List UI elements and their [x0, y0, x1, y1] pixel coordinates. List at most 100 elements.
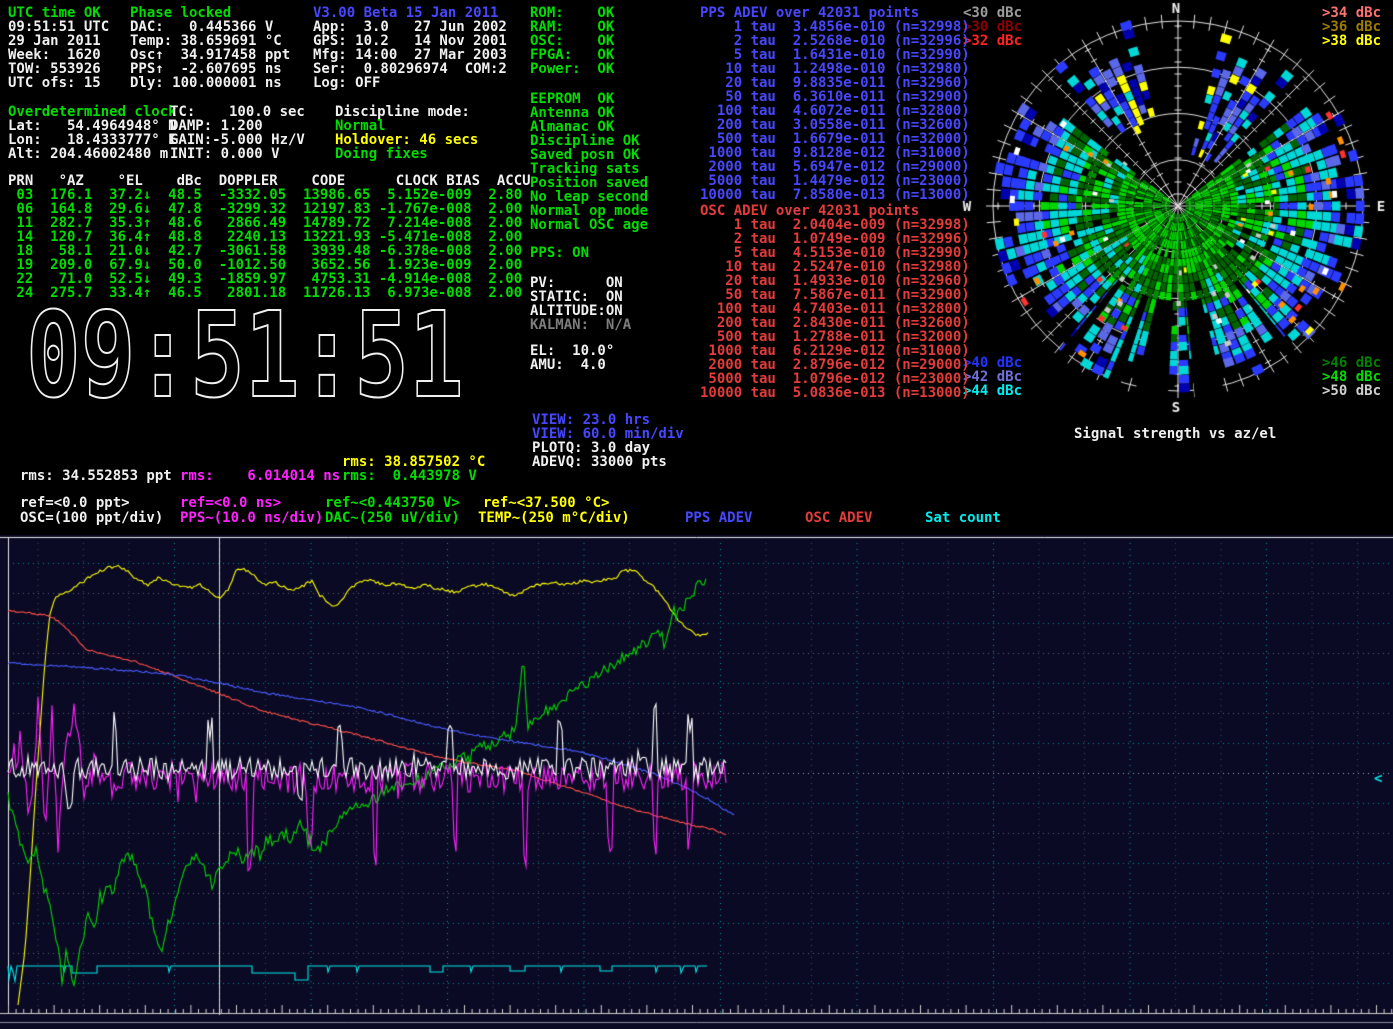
ref-temp: ref~<37.500 °C>: [483, 496, 609, 510]
utc-status: UTC time OK09:51:51 UTC29 Jan 2011Week: …: [8, 6, 109, 90]
rms-pps: rms: 6.014014 ns: [180, 469, 340, 483]
osc-adev-table-line-0: OSC ADEV over 42031 points: [700, 204, 970, 218]
pps-adev-table-line-3: 5 tau 1.6431e-010 (n=32990): [700, 48, 970, 62]
sat-table-line-6: 19 209.0 67.9↓ 50.0 -1012.50 3652.56 1.9…: [8, 258, 531, 272]
receiver-health-line-4: Power: OK: [530, 62, 614, 76]
loop-params-line-0: TC: 100.0 sec: [170, 105, 305, 119]
label-pps-adev: PPS ADEV: [685, 511, 752, 525]
fix-modes-line-1: STATIC: ON: [530, 290, 631, 304]
discipline-mode-line-0: Discipline mode:: [335, 105, 478, 119]
legend-bottom-right-line-2: >50 dBc: [1322, 384, 1381, 398]
rms-pps-line-0: rms: 6.014014 ns: [180, 469, 340, 483]
legend-top-right: >34 dBc>36 dBc>38 dBc: [1322, 6, 1381, 48]
scale-temp: TEMP~(250 m°C/div): [478, 511, 630, 525]
utc-status-line-3: Week: 1620: [8, 48, 109, 62]
position: Overdetermined clockLat: 54.4964948° NLo…: [8, 105, 177, 161]
pps-adev-table-line-8: 200 tau 3.0558e-011 (n=32600): [700, 118, 970, 132]
receiver-status-line-4: Saved posn OK: [530, 148, 648, 162]
scale-dac: DAC~(250 uV/div): [325, 511, 460, 525]
big-digital-clock: 09:51:51: [26, 296, 464, 414]
osc-adev-table-line-4: 10 tau 2.5247e-010 (n=32980): [700, 260, 970, 274]
loop-params-line-2: GAIN:-5.000 Hz/V: [170, 133, 305, 147]
legend-bottom-left-line-1: >42 dBc: [963, 370, 1022, 384]
phase-status-line-1: DAC: 0.445366 V: [130, 20, 290, 34]
osc-adev-table-line-2: 2 tau 1.0749e-009 (n=32996): [700, 232, 970, 246]
pps-adev-table-line-6: 50 tau 6.3610e-011 (n=32900): [700, 90, 970, 104]
sat-table-line-8: 24 275.7 33.4↑ 46.5 2801.18 11726.13 6.9…: [8, 286, 531, 300]
ref-dac-line-0: ref~<0.443750 V>: [325, 496, 460, 510]
el-amu-line-1: AMU: 4.0: [530, 358, 614, 372]
osc-adev-table-line-5: 20 tau 1.4933e-010 (n=32960): [700, 274, 970, 288]
pps-adev-table-line-7: 100 tau 4.6072e-011 (n=32800): [700, 104, 970, 118]
legend-top-right-line-2: >38 dBc: [1322, 34, 1381, 48]
receiver-status-line-1: Antenna OK: [530, 106, 648, 120]
pps-flag: PPS: ON: [530, 246, 589, 260]
sat-table-line-7: 22 71.0 52.5↓ 49.3 -1859.97 4753.31 -4.9…: [8, 272, 531, 286]
sat-table: PRN °AZ °EL dBc DOPPLER CODE CLOCK BIAS …: [8, 174, 531, 300]
loop-params-line-3: INIT: 0.000 V: [170, 147, 305, 161]
pps-adev-table-line-2: 2 tau 2.5268e-010 (n=32996): [700, 34, 970, 48]
ref-dac: ref~<0.443750 V>: [325, 496, 460, 510]
scale-temp-line-0: TEMP~(250 m°C/div): [478, 511, 630, 525]
position-line-1: Lat: 54.4964948° N: [8, 119, 177, 133]
receiver-health-line-1: RAM: OK: [530, 20, 614, 34]
pps-flag-line-0: PPS: ON: [530, 246, 589, 260]
utc-status-line-2: 29 Jan 2011: [8, 34, 109, 48]
discipline-mode: Discipline mode:NormalHoldover: 46 secsD…: [335, 105, 478, 161]
label-sat-count: Sat count: [925, 511, 1001, 525]
utc-status-line-1: 09:51:51 UTC: [8, 20, 109, 34]
version-info-line-3: Mfg: 14:00 27 Mar 2003: [313, 48, 507, 62]
legend-bottom-left-line-2: >44 dBc: [963, 384, 1022, 398]
version-info-line-1: App: 3.0 27 Jun 2002: [313, 20, 507, 34]
view-info-line-1: VIEW: 60.0 min/div: [532, 427, 684, 441]
position-line-0: Overdetermined clock: [8, 105, 177, 119]
receiver-status-line-8: Normal op mode: [530, 204, 648, 218]
receiver-status-line-3: Discipline OK: [530, 134, 648, 148]
ref-pps: ref=<0.0 ns>: [180, 496, 281, 510]
sat-table-line-0: PRN °AZ °EL dBc DOPPLER CODE CLOCK BIAS …: [8, 174, 531, 188]
pps-adev-table-line-12: 5000 tau 1.4479e-012 (n=23000): [700, 174, 970, 188]
receiver-status-line-5: Tracking sats: [530, 162, 648, 176]
discipline-mode-line-2: Holdover: 46 secs: [335, 133, 478, 147]
receiver-status-line-0: EEPROM OK: [530, 92, 648, 106]
sat-table-line-1: 03 176.1 37.2↓ 48.5 -3332.05 13986.65 5.…: [8, 188, 531, 202]
rms-dac-line-0: rms: 0.443978 V: [342, 469, 477, 483]
fix-modes-line-3: KALMAN: N/A: [530, 318, 631, 332]
receiver-status-line-9: Normal OSC age: [530, 218, 648, 232]
pps-adev-table: PPS ADEV over 42031 points 1 tau 3.4856e…: [700, 6, 970, 202]
view-info-line-3: ADEVQ: 33000 pts: [532, 455, 684, 469]
pps-adev-table-line-1: 1 tau 3.4856e-010 (n=32998): [700, 20, 970, 34]
osc-adev-table-line-13: 10000 tau 5.0836e-013 (n=13000): [700, 386, 970, 400]
scale-pps: PPS~(10.0 ns/div): [180, 511, 323, 525]
osc-adev-table: OSC ADEV over 42031 points 1 tau 2.0404e…: [700, 204, 970, 400]
label-osc-adev-line-0: OSC ADEV: [805, 511, 872, 525]
phase-status-line-3: Osc↑ 34.917458 ppt: [130, 48, 290, 62]
radar-caption: Signal strength vs az/el: [1074, 427, 1276, 441]
utc-status-line-4: TOW: 553926: [8, 62, 109, 76]
discipline-mode-line-1: Normal: [335, 119, 478, 133]
scale-dac-line-0: DAC~(250 uV/div): [325, 511, 460, 525]
label-osc-adev: OSC ADEV: [805, 511, 872, 525]
pps-adev-table-line-10: 1000 tau 9.8128e-012 (n=31000): [700, 146, 970, 160]
osc-adev-table-line-3: 5 tau 4.5153e-010 (n=32990): [700, 246, 970, 260]
ref-temp-line-0: ref~<37.500 °C>: [483, 496, 609, 510]
osc-adev-table-line-12: 5000 tau 1.0796e-012 (n=23000): [700, 372, 970, 386]
view-info-line-2: PLOTQ: 3.0 day: [532, 441, 684, 455]
receiver-health-line-0: ROM: OK: [530, 6, 614, 20]
pps-adev-table-line-13: 10000 tau 7.8580e-013 (n=13000): [700, 188, 970, 202]
fix-modes-line-2: ALTITUDE:ON: [530, 304, 631, 318]
version-info-line-0: V3.00 Beta 15 Jan 2011: [313, 6, 507, 20]
sat-table-line-2: 06 164.8 29.6↓ 47.8 -3299.32 12197.83 -1…: [8, 202, 531, 216]
discipline-mode-line-3: Doing fixes: [335, 147, 478, 161]
ref-pps-line-0: ref=<0.0 ns>: [180, 496, 281, 510]
osc-adev-table-line-9: 500 tau 1.2788e-011 (n=32000): [700, 330, 970, 344]
legend-bottom-right: >46 dBc>48 dBc>50 dBc: [1322, 356, 1381, 398]
legend-bottom-right-line-0: >46 dBc: [1322, 356, 1381, 370]
loop-params-line-1: DAMP: 1.200: [170, 119, 305, 133]
position-line-3: Alt: 204.46002480 m: [8, 147, 177, 161]
history-plot-canvas: [0, 535, 1393, 1029]
sat-table-line-4: 14 120.7 36.4↑ 48.8 2240.13 13221.93 -5.…: [8, 230, 531, 244]
phase-status-line-5: Dly: 100.000001 ns: [130, 76, 290, 90]
receiver-status-line-7: No leap second: [530, 190, 648, 204]
osc-adev-table-line-8: 200 tau 2.8430e-011 (n=32600): [700, 316, 970, 330]
